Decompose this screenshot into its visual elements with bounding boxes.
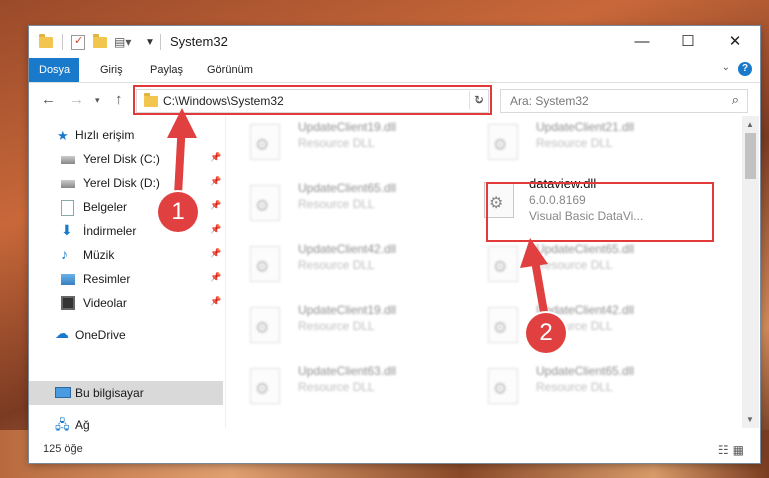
arrowhead-up — [520, 238, 548, 268]
step-badge-1: 1 — [158, 192, 198, 232]
arrowhead-up — [167, 108, 197, 138]
step-badge-2: 2 — [526, 313, 566, 353]
annotation-arrows — [167, 108, 549, 322]
